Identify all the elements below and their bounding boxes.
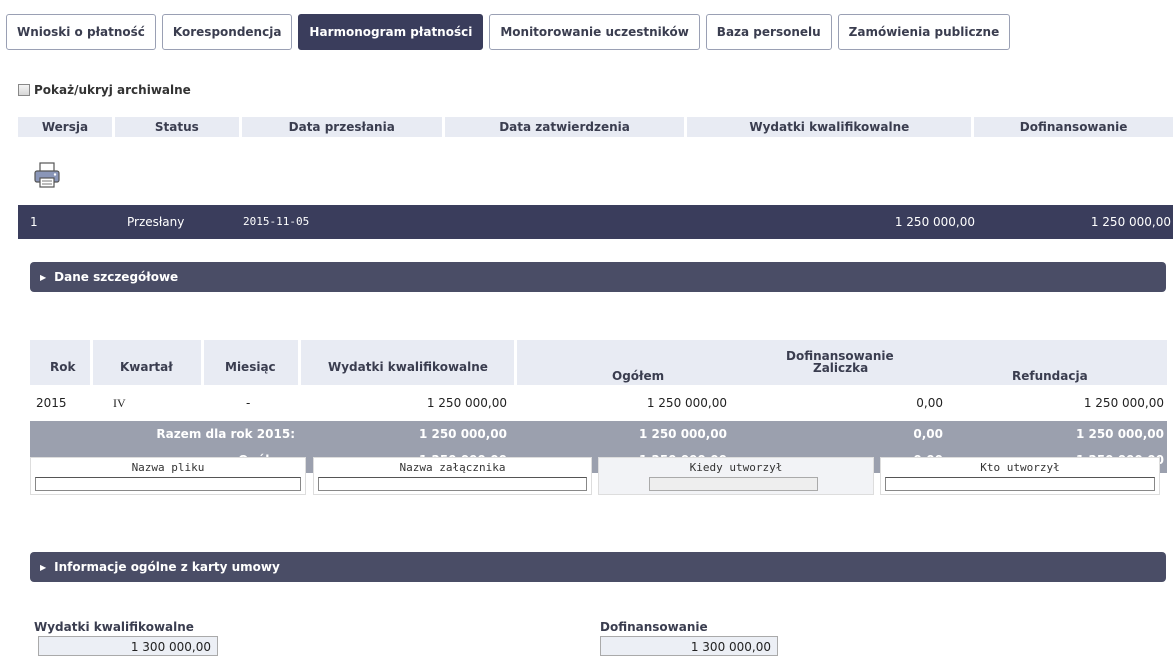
col-status[interactable]: Status xyxy=(114,117,239,137)
schedule-table-header: Rok Kwartał Miesiąc Wydatki kwalifikowal… xyxy=(30,340,1167,385)
cell-ogolem: 1 250 000,00 xyxy=(646,396,727,410)
version-dofinansowanie: 1 250 000,00 xyxy=(1090,215,1171,229)
version-wydatki: 1 250 000,00 xyxy=(894,215,975,229)
total-year-refundacja: 1 250 000,00 xyxy=(1075,427,1164,441)
wydatki-kwalifikowalne-field: 1 300 000,00 xyxy=(38,636,218,656)
col-rok: Rok xyxy=(30,340,90,385)
version-row[interactable]: 1 Przesłany 2015-11-05 1 250 000,00 1 25… xyxy=(18,205,1173,239)
filter-nazwa-pliku-label: Nazwa pliku xyxy=(131,461,205,474)
archive-toggle[interactable]: Pokaż/ukryj archiwalne xyxy=(18,83,191,97)
cell-kwartal: IV xyxy=(113,396,126,410)
col-data-zatwierdzenia[interactable]: Data zatwierdzenia xyxy=(444,117,685,137)
archive-checkbox[interactable] xyxy=(18,84,30,96)
filter-kiedy-utworzyl: Kiedy utworzył xyxy=(598,457,874,495)
wydatki-kwalifikowalne-label: Wydatki kwalifikowalne xyxy=(34,620,194,634)
filter-kiedy-utworzyl-label: Kiedy utworzył xyxy=(689,461,783,474)
version-status: Przesłany xyxy=(127,215,185,229)
schedule-table: Rok Kwartał Miesiąc Wydatki kwalifikowal… xyxy=(30,340,1167,473)
total-year-ogolem: 1 250 000,00 xyxy=(638,427,727,441)
col-data-przeslania[interactable]: Data przesłania xyxy=(241,117,442,137)
total-year-row: Razem dla rok 2015: 1 250 000,00 1 250 0… xyxy=(30,421,1167,447)
filter-kto-utworzyl-label: Kto utworzył xyxy=(980,461,1060,474)
col-kwartal: Kwartał xyxy=(93,340,201,385)
version-data-przeslania: 2015-11-05 xyxy=(243,215,310,228)
filter-nazwa-zalacznika: Nazwa załącznika xyxy=(313,457,592,495)
kto-utworzyl-input[interactable] xyxy=(885,477,1155,491)
cell-refundacja: 1 250 000,00 xyxy=(1083,396,1164,410)
tab-korespondencja[interactable]: Korespondencja xyxy=(161,14,293,50)
dofinansowanie-field: 1 300 000,00 xyxy=(600,636,778,656)
filter-kto-utworzyl: Kto utworzył xyxy=(880,457,1160,495)
refundacja-label: Refundacja xyxy=(1012,369,1088,383)
tab-bar: Wnioski o płatność Korespondencja Harmon… xyxy=(6,14,1011,50)
col-dofinansowanie-group: Dofinansowanie Ogółem Zaliczka Refundacj… xyxy=(517,340,1167,385)
versions-table-header: Wersja Status Data przesłania Data zatwi… xyxy=(18,117,1173,137)
general-info-section-header[interactable]: ▶ Informacje ogólne z karty umowy xyxy=(30,552,1166,582)
tab-zamowienia-publiczne[interactable]: Zamówienia publiczne xyxy=(837,14,1011,50)
total-year-label: Razem dla rok 2015: xyxy=(156,427,295,441)
cell-wydatki: 1 250 000,00 xyxy=(426,396,507,410)
filter-nazwa-zalacznika-label: Nazwa załącznika xyxy=(399,461,506,474)
general-info-section-title: Informacje ogólne z karty umowy xyxy=(54,560,280,574)
ogolem-label: Ogółem xyxy=(612,369,665,383)
archive-label: Pokaż/ukryj archiwalne xyxy=(34,83,191,97)
total-year-wydatki: 1 250 000,00 xyxy=(418,427,507,441)
filter-nazwa-pliku: Nazwa pliku xyxy=(30,457,306,495)
dofinansowanie-label: Dofinansowanie xyxy=(600,620,708,634)
col-miesiac: Miesiąc xyxy=(204,340,298,385)
col-dofinansowanie[interactable]: Dofinansowanie xyxy=(974,117,1173,137)
print-icon[interactable] xyxy=(32,160,62,190)
col-wydatki-kwalifikowalne: Wydatki kwalifikowalne xyxy=(301,340,514,385)
nazwa-zalacznika-input[interactable] xyxy=(318,477,587,491)
cell-rok: 2015 xyxy=(36,396,67,410)
version-number: 1 xyxy=(30,215,38,229)
total-year-zaliczka: 0,00 xyxy=(913,427,943,441)
cell-miesiac: - xyxy=(246,396,251,410)
tab-monitorowanie-uczestnikow[interactable]: Monitorowanie uczestników xyxy=(489,14,700,50)
col-wydatki-kwalifikowalne[interactable]: Wydatki kwalifikowalne xyxy=(687,117,972,137)
tab-harmonogram-platnosci[interactable]: Harmonogram płatności xyxy=(298,14,484,50)
expand-arrow-icon: ▶ xyxy=(40,272,47,282)
tab-wnioski-o-platnosc[interactable]: Wnioski o płatność xyxy=(6,14,156,50)
expand-arrow-icon: ▶ xyxy=(40,562,47,572)
details-section-header[interactable]: ▶ Dane szczegółowe xyxy=(30,262,1166,292)
zaliczka-label: Zaliczka xyxy=(813,361,869,375)
tab-baza-personelu[interactable]: Baza personelu xyxy=(705,14,832,50)
col-wersja[interactable]: Wersja xyxy=(18,117,112,137)
table-row[interactable]: 2015 IV - 1 250 000,00 1 250 000,00 0,00… xyxy=(30,390,1167,416)
cell-zaliczka: 0,00 xyxy=(916,396,943,410)
kiedy-utworzyl-input[interactable] xyxy=(649,477,818,491)
details-section-title: Dane szczegółowe xyxy=(54,270,179,284)
nazwa-pliku-input[interactable] xyxy=(35,477,301,491)
